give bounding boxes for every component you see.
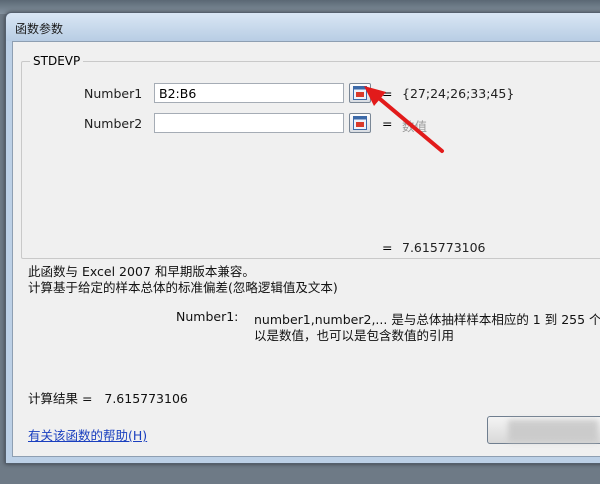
function-help-link[interactable]: 有关该函数的帮助(H): [28, 425, 147, 444]
formula-result-equals: =: [382, 240, 393, 255]
calculation-result: 计算结果 = 7.615773106: [28, 391, 188, 406]
number1-input[interactable]: [154, 83, 344, 103]
formula-result-value: 7.615773106: [402, 240, 486, 255]
dialog-client-area: STDEVP Number1 = {27;24;26;33;45} Number…: [12, 41, 600, 457]
function-name-label: STDEVP: [30, 54, 84, 68]
number1-label: Number1: [84, 86, 143, 101]
number2-label: Number2: [84, 116, 143, 131]
arg-help-name: Number1:: [176, 309, 239, 324]
dialog-title: 函数参数: [15, 22, 64, 36]
title-bar[interactable]: 函数参数: [6, 13, 600, 41]
arg-help-line2: 以是数值，也可以是包含数值的引用: [254, 328, 455, 343]
function-arguments-dialog: 函数参数 STDEVP Number1 = {27;24;26;33;45} N…: [5, 12, 600, 464]
function-description-line2: 计算基于给定的样本总体的标准偏差(忽略逻辑值及文本): [28, 280, 338, 295]
number2-input[interactable]: [154, 113, 344, 133]
red-arrow-annotation: [364, 86, 444, 153]
blurred-overlay: [508, 420, 598, 442]
